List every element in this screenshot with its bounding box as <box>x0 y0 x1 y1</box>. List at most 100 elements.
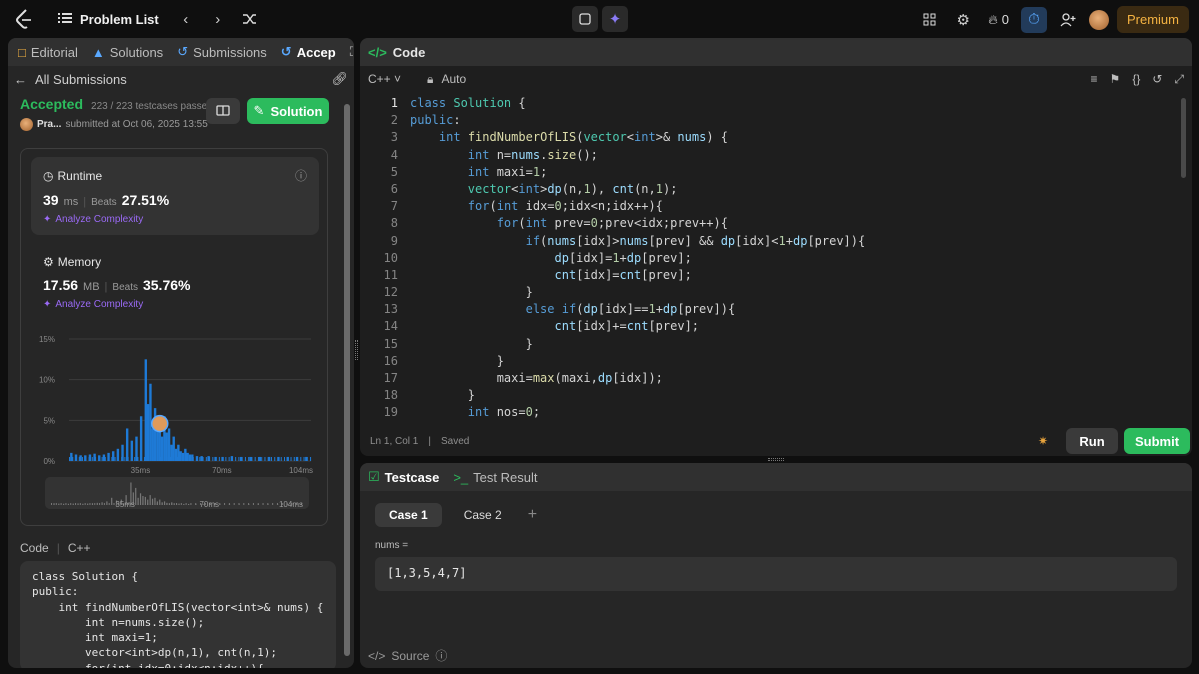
brush-bar <box>149 495 151 505</box>
debug-bug-icon[interactable]: ✷ <box>1038 434 1048 448</box>
brush-bar <box>185 503 187 505</box>
tab-submissions[interactable]: ↺ Submissions <box>177 44 267 60</box>
analyze-complexity-runtime[interactable]: ✦ Analyze Complexity <box>43 214 307 225</box>
code-line[interactable]: 18 } <box>360 388 1180 405</box>
add-case-icon[interactable]: + <box>528 506 537 524</box>
code-line[interactable]: 8 for(int prev=0;prev<idx;prev++){ <box>360 216 1180 233</box>
analyze-complexity-memory[interactable]: ✦ Analyze Complexity <box>43 299 307 310</box>
runtime-card[interactable]: ◷ Runtime ⓘ 39 ms | Beats 27.51% ✦ Analy… <box>31 157 319 235</box>
memory-card[interactable]: ⚙ Memory 17.56 MB | Beats 35.76% ✦ Analy… <box>31 245 319 323</box>
brush-bar <box>77 503 79 505</box>
tab-accepted[interactable]: ↺ Accep <box>281 44 336 60</box>
info-icon[interactable]: ⓘ <box>295 167 307 184</box>
auto-mode[interactable]: Auto <box>441 72 466 86</box>
format-icon[interactable]: ≡ <box>1091 72 1098 87</box>
code-line[interactable]: 12 } <box>360 285 1180 302</box>
left-scrollbar[interactable] <box>344 104 350 656</box>
clock-icon: ◷ <box>43 168 54 183</box>
runtime-distribution-chart[interactable]: 15% 10% 5% 0% 35ms 70ms 104ms 35ms 70ms 104ms <box>21 331 329 521</box>
layout-grid-icon[interactable] <box>916 7 942 33</box>
source-label: Source <box>391 648 430 663</box>
case-tab-2[interactable]: Case 2 <box>450 503 516 527</box>
settings-gear-icon[interactable]: ⚙ <box>950 7 976 33</box>
language-select[interactable]: C++ ˅ <box>368 72 401 86</box>
code-line[interactable]: 11 cnt[idx]=cnt[prev]; <box>360 268 1180 285</box>
book-open-icon <box>216 104 230 119</box>
user-avatar[interactable] <box>1088 9 1109 30</box>
premium-button[interactable]: Premium <box>1116 6 1189 33</box>
run-button[interactable]: Run <box>1066 428 1118 454</box>
tab-test-result[interactable]: >_ Test Result <box>453 470 537 485</box>
horizontal-splitter[interactable] <box>768 458 784 461</box>
chevron-down-icon: ˅ <box>394 72 402 86</box>
chart-bar <box>112 451 115 461</box>
timer-icon[interactable]: ⏱ <box>1020 6 1047 33</box>
share-link-icon[interactable]: 🔗︎ <box>331 71 348 87</box>
code-line[interactable]: 1 class Solution { <box>360 96 1180 113</box>
brush-bar <box>139 493 142 505</box>
whiteboard-icon[interactable] <box>572 6 598 32</box>
prev-problem-icon[interactable]: ‹ <box>173 6 199 32</box>
shuffle-icon[interactable] <box>237 6 263 32</box>
problem-list-button[interactable]: Problem List <box>58 12 159 27</box>
code-line[interactable]: 14 cnt[idx]+=cnt[prev]; <box>360 319 1180 336</box>
code-line[interactable]: 15 } <box>360 337 1180 354</box>
reset-icon[interactable]: ↺ <box>1152 72 1162 87</box>
code-line[interactable]: 9 if(nums[idx]>nums[prev] && dp[idx]<1+d… <box>360 234 1180 251</box>
add-friend-icon[interactable] <box>1055 7 1081 33</box>
submitter-name[interactable]: Pra... <box>37 119 61 130</box>
code-line[interactable]: 7 for(int idx=0;idx<n;idx++){ <box>360 199 1180 216</box>
code-area[interactable]: 1 class Solution {2 public: 3 int findNumbe… <box>360 96 1180 422</box>
submitted-code-preview[interactable]: class Solution { public: int findNumberO… <box>20 561 336 668</box>
code-line[interactable]: 16 } <box>360 354 1180 371</box>
brush-bar <box>106 501 108 505</box>
code-line[interactable]: 6 vector<int>dp(n,1), cnt(n,1); <box>360 182 1180 199</box>
chart-bar <box>189 457 191 461</box>
input-var-value[interactable]: [1,3,5,4,7] <box>375 557 1177 591</box>
solution-button[interactable]: ✎ Solution <box>247 98 329 124</box>
chart-bar <box>261 457 263 461</box>
chart-bar <box>163 457 165 461</box>
chart-bar <box>212 457 214 461</box>
editorial-button[interactable] <box>206 98 240 124</box>
code-line[interactable]: 5 int maxi=1; <box>360 165 1180 182</box>
code-line[interactable]: 4 int n=nums.size(); <box>360 148 1180 165</box>
distribution-chart-svg[interactable]: 15% 10% 5% 0% 35ms 70ms 104ms 35ms 70ms 104ms <box>21 331 329 521</box>
next-problem-icon[interactable]: › <box>205 6 231 32</box>
brush-bar <box>87 503 89 505</box>
save-status: Saved <box>440 435 470 447</box>
code-line[interactable]: 13 else if(dp[idx]==1+dp[prev]){ <box>360 302 1180 319</box>
streak-counter[interactable]: 🔥︎ 0 <box>984 12 1013 28</box>
case-tab-1[interactable]: Case 1 <box>375 503 442 527</box>
brush-bar <box>156 501 158 505</box>
line-number: 6 <box>390 181 398 196</box>
editor-scrollbar[interactable] <box>1181 98 1186 178</box>
line-number: 12 <box>383 285 398 300</box>
bookmark-icon[interactable]: ⚑ <box>1110 72 1121 87</box>
help-icon[interactable]: ⓘ <box>435 647 447 664</box>
brush-bar <box>101 502 103 505</box>
code-line[interactable]: 17 maxi=max(maxi,dp[idx]); <box>360 371 1180 388</box>
fullscreen-icon[interactable]: ⤢ <box>1174 72 1184 87</box>
code-line[interactable]: 2 public: <box>360 113 1180 130</box>
code-line[interactable]: 3 int findNumberOfLIS(vector<int>& nums)… <box>360 130 1180 147</box>
back-arrow-icon[interactable]: ← <box>14 72 27 87</box>
vertical-splitter[interactable] <box>355 340 358 360</box>
maximize-icon[interactable]: ⛶ <box>350 44 354 60</box>
code-line[interactable]: 19 int nos=0; <box>360 405 1180 422</box>
leetcode-logo-icon[interactable] <box>10 5 38 33</box>
left-tabs: □ Editorial ▲ Solutions ↺ Submissions ↺ … <box>8 38 354 66</box>
ai-sparkle-icon[interactable]: ✦ <box>602 6 628 32</box>
chart-bar <box>153 457 155 461</box>
tab-solutions[interactable]: ▲ Solutions <box>92 45 163 60</box>
submit-button[interactable]: Submit <box>1124 428 1190 454</box>
braces-icon[interactable]: {} <box>1132 72 1140 87</box>
all-submissions-link[interactable]: All Submissions <box>35 72 127 87</box>
left-scroll-thumb[interactable] <box>344 104 350 656</box>
code-line[interactable]: 10 dp[idx]=1+dp[prev]; <box>360 251 1180 268</box>
tab-editorial[interactable]: □ Editorial <box>18 45 78 60</box>
source-link[interactable]: </> Source ⓘ <box>368 647 447 664</box>
tab-testcase[interactable]: ☑ Testcase <box>368 469 439 485</box>
chart-bar <box>287 457 289 461</box>
chart-bar <box>270 457 272 461</box>
